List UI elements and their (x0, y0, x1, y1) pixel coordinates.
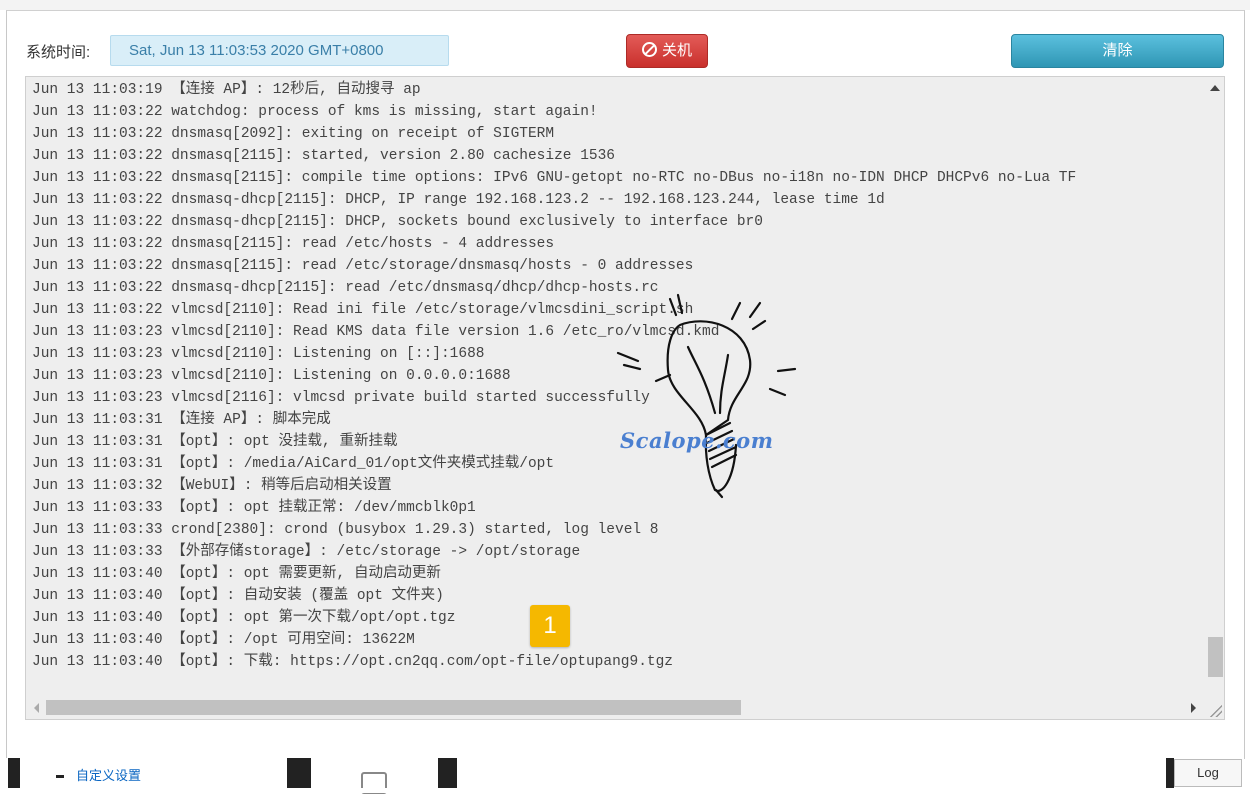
scroll-up-icon[interactable] (1210, 85, 1220, 91)
horizontal-scroll-thumb[interactable] (46, 700, 741, 715)
log-line: Jun 13 11:03:22 dnsmasq-dhcp[2115]: DHCP… (32, 192, 885, 208)
log-line: Jun 13 11:03:40 【opt】: opt 需要更新, 自动启动更新 (32, 566, 441, 582)
horizontal-scrollbar[interactable] (26, 697, 1224, 719)
bullet-icon (56, 775, 64, 779)
log-line: Jun 13 11:03:22 dnsmasq[2115]: read /etc… (32, 258, 694, 274)
system-time-field: Sat, Jun 13 11:03:53 2020 GMT+0800 (110, 35, 449, 66)
shutdown-label: 关机 (661, 42, 692, 59)
system-time-label: 系统时间: (26, 44, 91, 61)
clear-button[interactable]: 清除 (1011, 34, 1224, 68)
log-line: Jun 13 11:03:19 【连接 AP】: 12秒后, 自动搜寻 ap (32, 82, 421, 98)
bottom-edge (0, 788, 1250, 793)
step-badge: 1 (530, 605, 570, 647)
log-line: Jun 13 11:03:40 【opt】: 自动安装 (覆盖 opt 文件夹) (32, 588, 444, 604)
log-line: Jun 13 11:03:40 【opt】: 下载: https://opt.c… (32, 654, 673, 670)
top-strip (0, 0, 1250, 10)
dark-divider (438, 758, 457, 788)
lightbulb-sketch-icon (616, 293, 797, 499)
scroll-right-icon[interactable] (1191, 703, 1196, 713)
log-line: Jun 13 11:03:33 crond[2380]: crond (busy… (32, 522, 659, 538)
log-line: Jun 13 11:03:22 dnsmasq[2115]: compile t… (32, 170, 1077, 186)
log-line: Jun 13 11:03:40 【opt】: opt 第一次下载/opt/opt… (32, 610, 456, 626)
vertical-scrollbar[interactable] (1206, 77, 1224, 707)
dark-divider (1166, 758, 1174, 788)
log-line: Jun 13 11:03:33 【外部存储storage】: /etc/stor… (32, 544, 581, 560)
watermark-text: Scalope.com (620, 428, 774, 453)
dark-divider (287, 758, 311, 788)
log-line: Jun 13 11:03:22 dnsmasq-dhcp[2115]: DHCP… (32, 214, 763, 230)
ban-icon (641, 42, 657, 57)
scroll-left-icon[interactable] (34, 703, 39, 713)
log-line: Jun 13 11:03:22 watchdog: process of kms… (32, 104, 598, 120)
log-tab[interactable]: Log (1174, 759, 1242, 787)
log-line: Jun 13 11:03:40 【opt】: /opt 可用空间: 13622M (32, 632, 415, 648)
dark-divider (8, 758, 20, 788)
resize-grip-icon[interactable] (1210, 705, 1222, 717)
log-line: Jun 13 11:03:22 dnsmasq[2115]: read /etc… (32, 236, 555, 252)
shutdown-button[interactable]: 关机 (626, 34, 708, 68)
log-line: Jun 13 11:03:22 dnsmasq[2115]: started, … (32, 148, 615, 164)
vertical-scroll-thumb[interactable] (1208, 637, 1223, 677)
custom-settings-label: 自定义设置 (76, 768, 142, 783)
log-line: Jun 13 11:03:22 dnsmasq[2092]: exiting o… (32, 126, 555, 142)
